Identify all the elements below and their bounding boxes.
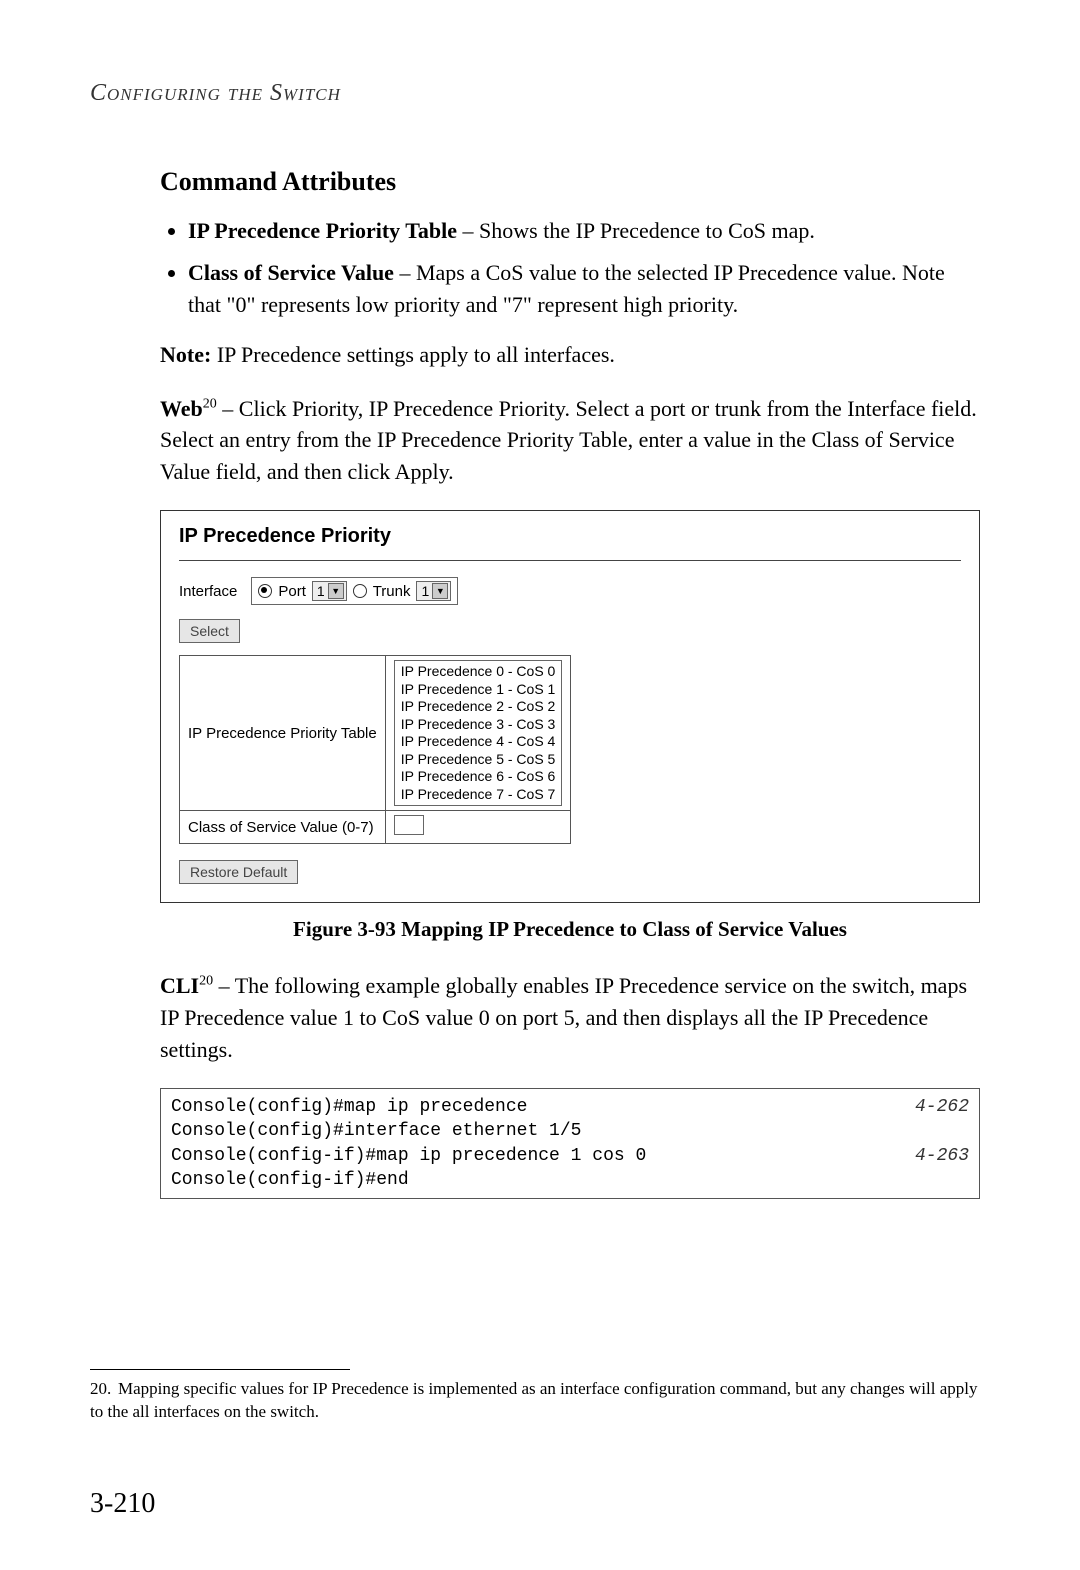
- port-label: Port: [278, 583, 306, 600]
- port-radio[interactable]: [258, 584, 272, 598]
- cli-ref: 4-262: [895, 1095, 969, 1119]
- trunk-radio[interactable]: [353, 584, 367, 598]
- cos-value-input[interactable]: [394, 815, 424, 835]
- note-label: Note:: [160, 342, 211, 367]
- note-text: IP Precedence settings apply to all inte…: [211, 342, 615, 367]
- list-item[interactable]: IP Precedence 6 - CoS 6: [401, 768, 556, 786]
- cli-text: – The following example globally enables…: [160, 973, 967, 1062]
- cli-paragraph: CLI20 – The following example globally e…: [160, 970, 980, 1066]
- footnote: 20.Mapping specific values for IP Preced…: [90, 1378, 990, 1424]
- bullet-label: IP Precedence Priority Table: [188, 218, 457, 243]
- cli-cmd: Console(config-if)#map ip precedence 1 c…: [171, 1144, 646, 1168]
- list-item[interactable]: IP Precedence 2 - CoS 2: [401, 698, 556, 716]
- interface-label: Interface: [179, 583, 237, 600]
- interface-selector: Port 1 ▼ Trunk 1 ▼: [251, 577, 458, 605]
- cli-line: Console(config)#interface ethernet 1/5: [171, 1119, 969, 1143]
- list-item[interactable]: IP Precedence 0 - CoS 0: [401, 663, 556, 681]
- web-paragraph: Web20 – Click Priority, IP Precedence Pr…: [160, 393, 980, 489]
- cli-line: Console(config-if)#end: [171, 1168, 969, 1192]
- footnote-rule: [90, 1369, 350, 1370]
- bullet-sep: –: [457, 218, 479, 243]
- cli-ref: [949, 1119, 969, 1143]
- web-text: – Click Priority, IP Precedence Priority…: [160, 396, 977, 485]
- table-row: Class of Service Value (0-7): [180, 811, 571, 844]
- cli-label: CLI: [160, 973, 199, 998]
- list-item[interactable]: IP Precedence 1 - CoS 1: [401, 681, 556, 699]
- note-paragraph: Note: IP Precedence settings apply to al…: [160, 339, 980, 371]
- attributes-list: IP Precedence Priority Table – Shows the…: [160, 215, 980, 321]
- table-label-cell: IP Precedence Priority Table: [180, 656, 386, 811]
- footnote-number: 20.: [90, 1378, 118, 1401]
- footnote-text: Mapping specific values for IP Precedenc…: [90, 1379, 977, 1421]
- trunk-label: Trunk: [373, 583, 411, 600]
- precedence-listbox[interactable]: IP Precedence 0 - CoS 0 IP Precedence 1 …: [394, 660, 563, 806]
- cli-code-block: Console(config)#map ip precedence 4-262 …: [160, 1088, 980, 1199]
- restore-default-button[interactable]: Restore Default: [179, 860, 298, 884]
- cli-cmd: Console(config)#map ip precedence: [171, 1095, 527, 1119]
- running-head: Configuring the Switch: [90, 80, 990, 107]
- trunk-dropdown[interactable]: 1 ▼: [416, 581, 451, 601]
- cos-label-cell: Class of Service Value (0-7): [180, 811, 386, 844]
- cli-ref: [949, 1168, 969, 1192]
- port-dropdown[interactable]: 1 ▼: [312, 581, 347, 601]
- cli-ref: 4-263: [895, 1144, 969, 1168]
- list-item[interactable]: IP Precedence 5 - CoS 5: [401, 751, 556, 769]
- figure-panel: IP Precedence Priority Interface Port 1 …: [160, 510, 980, 903]
- chevron-down-icon: ▼: [432, 583, 448, 599]
- select-button[interactable]: Select: [179, 619, 240, 643]
- cos-input-cell: [385, 811, 571, 844]
- precedence-table: IP Precedence Priority Table IP Preceden…: [179, 655, 571, 844]
- cli-cmd: Console(config)#interface ethernet 1/5: [171, 1119, 581, 1143]
- bullet-sep: –: [394, 260, 416, 285]
- figure-caption: Figure 3-93 Mapping IP Precedence to Cla…: [160, 917, 980, 942]
- list-item: IP Precedence Priority Table – Shows the…: [188, 215, 980, 247]
- table-list-cell: IP Precedence 0 - CoS 0 IP Precedence 1 …: [385, 656, 571, 811]
- list-item[interactable]: IP Precedence 7 - CoS 7: [401, 786, 556, 804]
- cli-footnote-ref: 20: [199, 974, 213, 989]
- cli-cmd: Console(config-if)#end: [171, 1168, 409, 1192]
- web-footnote-ref: 20: [203, 396, 217, 411]
- list-item: Class of Service Value – Maps a CoS valu…: [188, 257, 980, 321]
- chevron-down-icon: ▼: [328, 583, 344, 599]
- port-value: 1: [317, 583, 325, 599]
- figure-title: IP Precedence Priority: [179, 525, 961, 548]
- cli-line: Console(config)#map ip precedence 4-262: [171, 1095, 969, 1119]
- trunk-value: 1: [421, 583, 429, 599]
- divider: [179, 560, 961, 561]
- bullet-label: Class of Service Value: [188, 260, 394, 285]
- web-label: Web: [160, 396, 203, 421]
- bullet-text: Shows the IP Precedence to CoS map.: [479, 218, 815, 243]
- list-item[interactable]: IP Precedence 4 - CoS 4: [401, 733, 556, 751]
- page-number: 3-210: [90, 1488, 155, 1520]
- section-title: Command Attributes: [160, 167, 980, 197]
- interface-row: Interface Port 1 ▼ Trunk 1 ▼: [179, 577, 961, 605]
- table-row: IP Precedence Priority Table IP Preceden…: [180, 656, 571, 811]
- list-item[interactable]: IP Precedence 3 - CoS 3: [401, 716, 556, 734]
- cli-line: Console(config-if)#map ip precedence 1 c…: [171, 1144, 969, 1168]
